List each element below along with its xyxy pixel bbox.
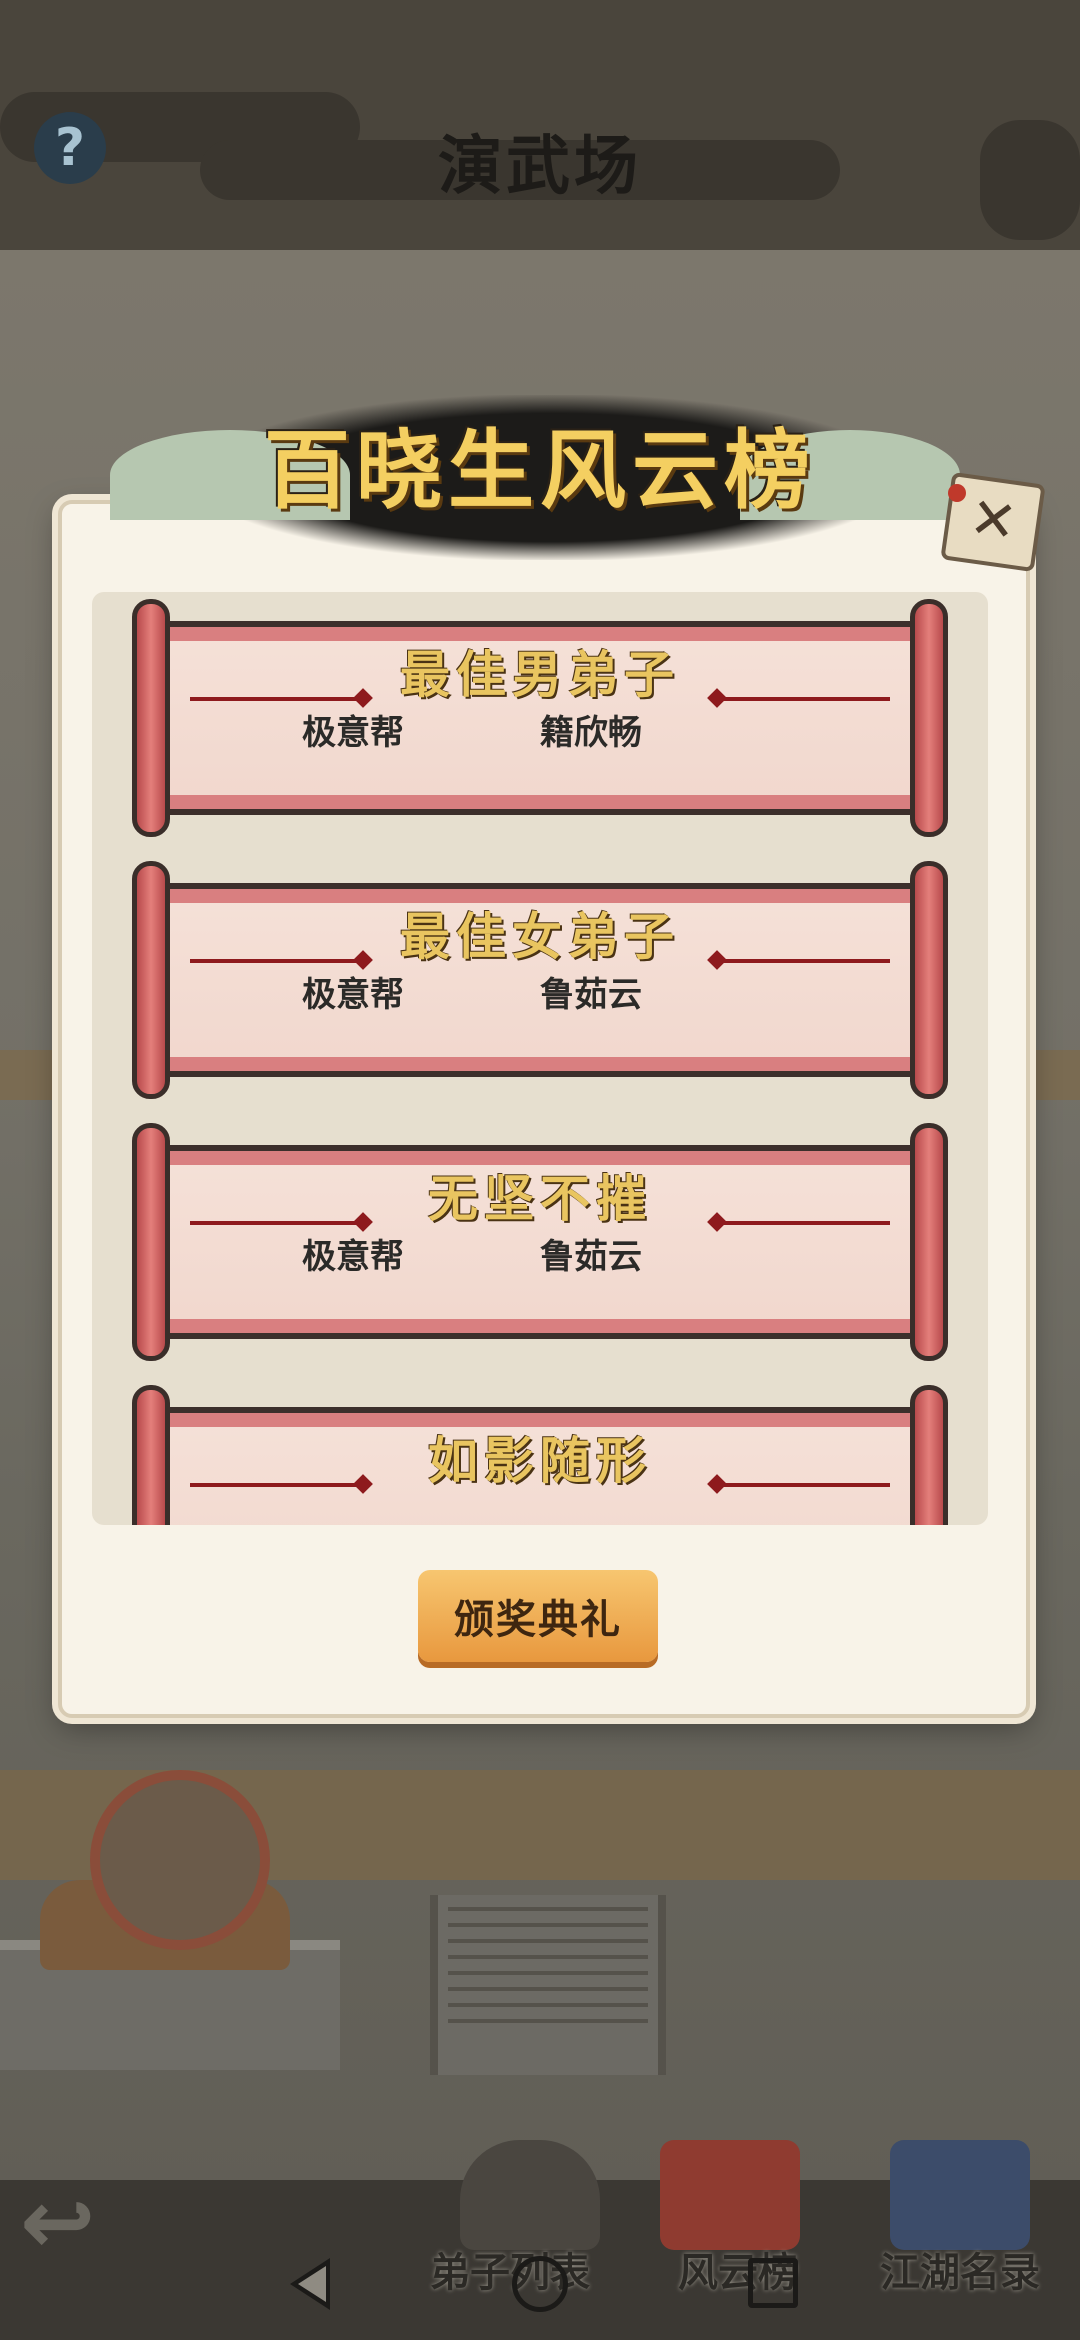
drum — [90, 1770, 270, 1950]
award-item: 最佳女弟子 极意帮 鲁茹云 — [132, 861, 948, 1099]
disciple-icon[interactable] — [460, 2140, 600, 2250]
award-winner: 鲁茹云 — [540, 975, 642, 1015]
award-title: 如影随形 — [428, 1431, 652, 1490]
award-title: 无坚不摧 — [428, 1169, 652, 1228]
nav-back-icon[interactable] — [290, 2258, 330, 2310]
book-icon[interactable] — [890, 2140, 1030, 2250]
award-title: 最佳男弟子 — [400, 645, 680, 704]
award-title: 最佳女弟子 — [400, 907, 680, 966]
award-winner: 鲁茹云 — [540, 1237, 642, 1277]
award-item: 无坚不摧 极意帮 鲁茹云 — [132, 1123, 948, 1361]
award-winner: 籍欣畅 — [540, 713, 642, 753]
award-item: 最佳男弟子 极意帮 籍欣畅 — [132, 599, 948, 837]
back-arrow-icon[interactable]: ↩ — [20, 2170, 95, 2275]
nav-home-icon[interactable] — [512, 2256, 568, 2312]
award-item: 如影随形 — [132, 1385, 948, 1525]
scroll-roller — [910, 599, 948, 837]
award-guild: 极意帮 — [302, 975, 404, 1015]
ranking-scroll-icon[interactable] — [660, 2140, 800, 2250]
scroll-roller — [910, 1123, 948, 1361]
page-title: 演武场 — [438, 130, 642, 204]
stairs — [430, 1895, 666, 2075]
award-ceremony-button[interactable]: 颁奖典礼 — [418, 1570, 658, 1662]
award-guild: 极意帮 — [302, 713, 404, 753]
award-guild: 极意帮 — [302, 1237, 404, 1277]
nav-recent-icon[interactable] — [748, 2258, 798, 2308]
pin-icon — [948, 484, 966, 502]
scroll-roller — [910, 1385, 948, 1525]
scroll-roller — [910, 861, 948, 1099]
dialog-title: 百晓生风云榜 — [264, 420, 816, 521]
award-list[interactable]: 最佳男弟子 极意帮 籍欣畅 最佳女弟子 极意帮 鲁茹云 无坚不摧 极意帮 鲁茹云 — [92, 592, 988, 1525]
